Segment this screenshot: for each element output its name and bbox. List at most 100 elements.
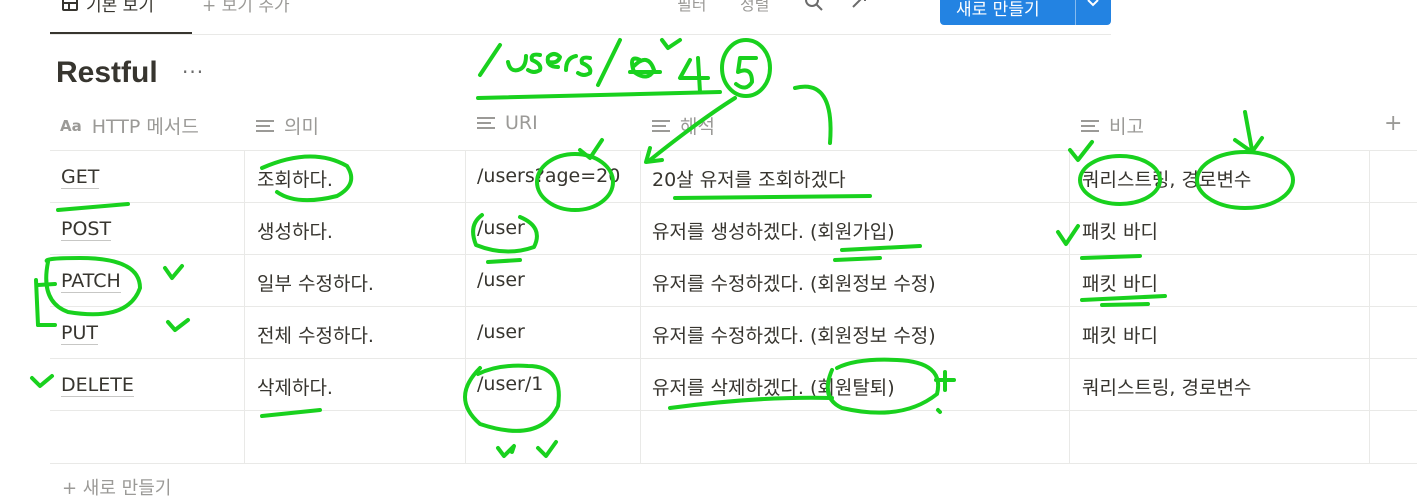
cell-interpretation[interactable]: 유저를 삭제하겠다. (회원탈퇴): [652, 373, 895, 400]
row-divider: [50, 463, 1417, 464]
ink-stroke: [678, 58, 710, 80]
table-icon: [62, 0, 78, 11]
ink-stroke: [673, 194, 872, 200]
view-tab-label: 기본 보기: [86, 0, 154, 16]
column-header-method[interactable]: Aa HTTP 메서드: [60, 112, 199, 139]
ink-stroke: [564, 54, 578, 72]
new-row-button[interactable]: + 새로 만들기: [62, 474, 171, 500]
ink-stroke: [36, 282, 57, 287]
ink-stroke: [478, 43, 502, 77]
text-type-icon: Aa: [60, 116, 82, 135]
cell-meaning[interactable]: 삭제하다.: [257, 373, 333, 400]
ink-stroke: [833, 256, 882, 262]
cell-method[interactable]: DELETE: [61, 374, 134, 397]
cell-method[interactable]: GET: [61, 166, 100, 189]
new-button-label: 새로 만들기: [956, 0, 1040, 20]
ink-stroke: [166, 318, 190, 332]
add-column-button[interactable]: +: [1384, 111, 1402, 136]
column-header-interpretation[interactable]: 해석: [652, 112, 715, 139]
new-button[interactable]: 새로 만들기: [940, 0, 1111, 25]
column-header-note[interactable]: 비고: [1081, 112, 1144, 139]
cell-interpretation[interactable]: 유저를 생성하겠다. (회원가입): [652, 217, 895, 244]
expand-icon[interactable]: [850, 0, 868, 15]
ink-stroke: [596, 38, 622, 87]
column-divider: [1369, 150, 1370, 463]
ink-stroke: [934, 370, 956, 392]
cell-interpretation[interactable]: 20살 유저를 조회하겠다: [652, 165, 846, 192]
row-divider: [50, 358, 1417, 359]
text-lines-icon: [256, 119, 274, 132]
cell-interpretation[interactable]: 유저를 수정하겠다. (회원정보 수정): [652, 321, 936, 348]
database-title[interactable]: Restful: [56, 56, 158, 90]
cell-note[interactable]: 패킷 바디: [1082, 217, 1158, 244]
cell-uri[interactable]: /user: [477, 217, 525, 239]
ink-stroke: [545, 52, 562, 69]
ink-stroke: [793, 84, 833, 145]
ink-stroke: [1068, 140, 1094, 162]
filter-button[interactable]: 필터: [677, 0, 706, 15]
ink-stroke: [56, 202, 130, 212]
text-lines-icon: [477, 117, 495, 129]
ink-stroke: [578, 138, 604, 160]
ink-stroke: [506, 54, 528, 73]
ink-stroke: [1243, 110, 1254, 152]
ink-stroke: [720, 38, 772, 98]
ink-stroke: [1056, 224, 1080, 246]
cell-interpretation[interactable]: 유저를 수정하겠다. (회원정보 수정): [652, 269, 936, 296]
cell-method[interactable]: POST: [61, 218, 112, 241]
cell-meaning[interactable]: 일부 수정하다.: [257, 269, 374, 296]
cell-uri[interactable]: /user/1: [477, 373, 543, 395]
column-header-label: 의미: [284, 116, 319, 138]
ink-stroke: [34, 278, 40, 327]
column-header-uri[interactable]: URI: [477, 112, 538, 134]
text-lines-icon: [652, 119, 670, 132]
add-view-button[interactable]: + 보기 추가: [202, 0, 290, 16]
ink-stroke: [496, 444, 516, 458]
ink-stroke: [576, 55, 593, 77]
ink-stroke: [1100, 302, 1150, 307]
cell-meaning[interactable]: 조회하다.: [257, 165, 333, 192]
toolbar-divider: [50, 34, 1111, 35]
plus-icon: +: [202, 0, 217, 16]
database-toolbar: 기본 보기 + 보기 추가 필터 정렬 ··· 새로 만들기: [0, 0, 1417, 34]
ink-stroke: [1080, 254, 1142, 260]
sort-button[interactable]: 정렬: [740, 0, 769, 15]
title-more-icon[interactable]: ···: [182, 60, 204, 84]
ink-stroke: [476, 90, 722, 100]
cell-method[interactable]: PUT: [61, 322, 98, 345]
ink-stroke: [630, 56, 656, 79]
column-header-meaning[interactable]: 의미: [256, 112, 319, 139]
pen-annotation-layer: [30, 38, 1295, 458]
add-view-label: 보기 추가: [221, 0, 290, 16]
column-header-label: 해석: [680, 116, 715, 138]
ink-stroke: [1080, 294, 1167, 302]
cell-meaning[interactable]: 생성하다.: [257, 217, 333, 244]
cell-note[interactable]: 패킷 바디: [1082, 269, 1158, 296]
ink-stroke: [30, 374, 54, 388]
new-button-divider: [1075, 0, 1076, 25]
column-header-label: URI: [505, 112, 538, 134]
ink-stroke: [526, 52, 543, 74]
row-divider: [50, 306, 1417, 307]
column-header-label: HTTP 메서드: [91, 116, 199, 138]
ink-stroke: [660, 38, 682, 50]
ink-stroke: [734, 56, 758, 90]
cell-method[interactable]: PATCH: [61, 270, 121, 293]
cell-uri[interactable]: /users?age=20: [477, 165, 620, 187]
cell-note[interactable]: 쿼리스트링, 경로변수: [1082, 373, 1251, 400]
ink-stroke: [696, 56, 702, 94]
search-icon[interactable]: [804, 0, 824, 17]
cell-uri[interactable]: /user: [477, 321, 525, 343]
more-icon[interactable]: ···: [893, 0, 914, 11]
cell-note[interactable]: 쿼리스트링, 경로변수: [1082, 165, 1251, 192]
cell-meaning[interactable]: 전체 수정하다.: [257, 321, 374, 348]
chevron-down-icon[interactable]: [1086, 0, 1100, 14]
column-divider: [640, 150, 641, 463]
column-divider: [1069, 150, 1070, 463]
ink-stroke: [486, 258, 522, 264]
cell-uri[interactable]: /user: [477, 269, 525, 291]
ink-stroke: [536, 440, 558, 458]
row-divider: [50, 202, 1417, 203]
view-tab-default[interactable]: 기본 보기: [62, 0, 154, 16]
cell-note[interactable]: 패킷 바디: [1082, 321, 1158, 348]
